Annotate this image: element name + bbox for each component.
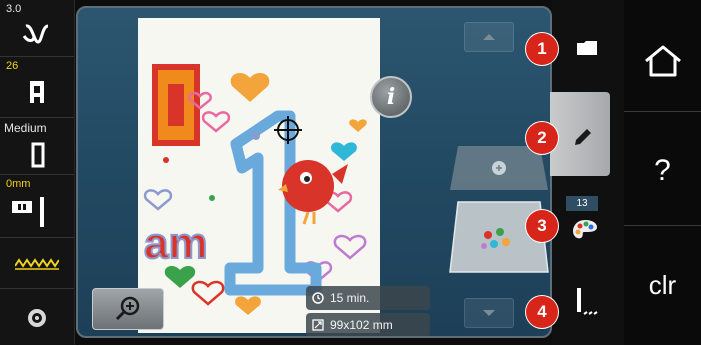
needle-plate-icon <box>12 197 44 227</box>
color-count-badge: 13 <box>566 196 598 211</box>
needle-position-status[interactable]: 0mm <box>0 175 74 238</box>
presser-foot-icon <box>30 81 44 103</box>
presser-foot-status[interactable]: 26 <box>0 57 74 118</box>
needle-position-value: 0mm <box>6 178 31 190</box>
callout-badge-1: 1 <box>526 33 558 65</box>
design-time: 15 min. <box>330 291 370 305</box>
tension-label: Medium <box>4 121 47 135</box>
scroll-down-button[interactable] <box>464 298 514 328</box>
info-icon: i <box>386 84 396 110</box>
embroidery-workspace[interactable]: am i 15 min. 99x102 mm <box>76 6 552 338</box>
home-button[interactable] <box>624 6 701 112</box>
bobbin-icon <box>31 142 45 168</box>
embroidery-screen: 3.0 26 Medium 0mm am i 15 min. 99x102 mm… <box>0 0 701 345</box>
status-column: 3.0 26 Medium 0mm <box>0 0 75 345</box>
tab-file-management[interactable] <box>552 0 624 84</box>
info-button[interactable]: i <box>370 76 412 118</box>
size-icon <box>312 319 324 331</box>
tension-status[interactable]: Medium <box>0 118 74 175</box>
navigation-column: ? clr <box>624 0 701 345</box>
clock-icon <box>312 292 324 304</box>
tab-stitch-edit[interactable] <box>552 262 624 346</box>
clear-button[interactable]: clr <box>624 234 701 340</box>
hoop-stitch-icon <box>22 24 49 44</box>
edit-tab-column <box>550 0 624 346</box>
design-word-am: am <box>144 219 208 268</box>
chevron-up-icon <box>483 34 495 40</box>
color-palette-icon <box>573 220 597 239</box>
scroll-up-button[interactable] <box>464 22 514 52</box>
home-icon <box>645 45 681 77</box>
zoom-button[interactable] <box>92 288 164 330</box>
zigzag-stitch-icon <box>15 258 59 270</box>
callout-badge-3: 3 <box>526 210 558 242</box>
callout-badge-2: 2 <box>526 122 558 154</box>
design-size-display: 99x102 mm <box>306 313 430 336</box>
stitch-edit-icon <box>577 288 598 315</box>
tab-colors[interactable] <box>552 180 624 264</box>
stitch-width-status[interactable]: 3.0 <box>0 0 74 57</box>
pencil-icon <box>575 129 591 145</box>
stitch-pattern-status[interactable] <box>0 238 74 289</box>
chevron-down-icon <box>483 310 495 316</box>
tab-edit[interactable] <box>550 92 610 176</box>
design-size: 99x102 mm <box>330 318 393 332</box>
clear-label: clr <box>648 270 677 300</box>
gear-icon <box>28 309 46 327</box>
zoom-in-icon <box>115 296 140 321</box>
presser-foot-value: 26 <box>6 60 19 72</box>
bobbin-status[interactable] <box>0 289 74 345</box>
folder-icon <box>577 41 597 55</box>
callout-badge-4: 4 <box>526 296 558 328</box>
help-button[interactable]: ? <box>624 120 701 226</box>
stitch-width-value: 3.0 <box>6 3 22 15</box>
help-icon: ? <box>654 154 671 187</box>
design-time-display: 15 min. <box>306 286 430 310</box>
